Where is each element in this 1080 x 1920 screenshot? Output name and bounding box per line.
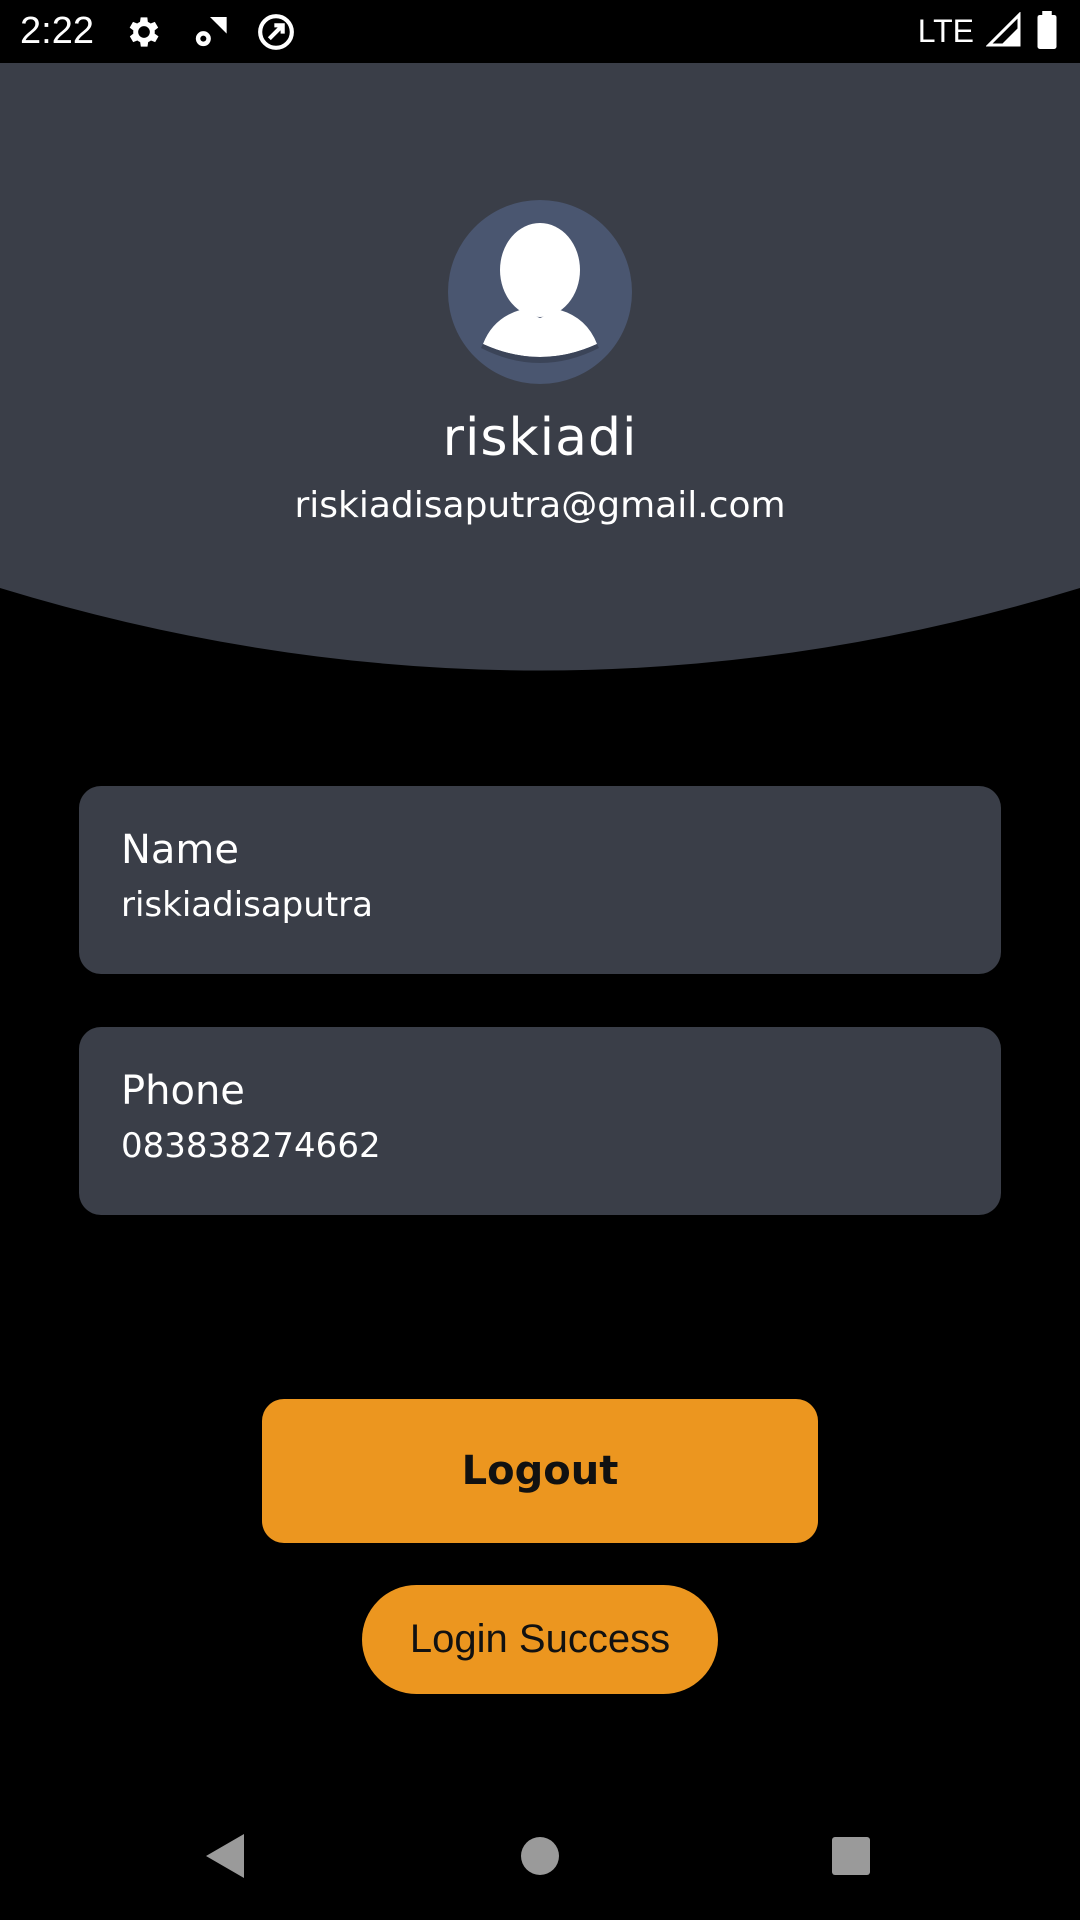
signal-icon	[985, 10, 1022, 52]
profile-name: riskiadi	[442, 408, 638, 468]
name-label: Name	[121, 827, 240, 873]
profile-header: riskiadi riskiadisaputra@gmail.com	[0, 63, 1080, 683]
phone-value: 083838274662	[121, 1126, 381, 1166]
status-right: LTE	[917, 10, 1060, 53]
profile-screen: 2:22 LTE riskiadi riskiadisaputra@gmail.…	[0, 0, 1080, 1920]
login-success-toast: Login Success	[362, 1585, 718, 1694]
avatar	[448, 200, 632, 384]
battery-icon	[1034, 10, 1060, 53]
phone-card: Phone 083838274662	[79, 1027, 1001, 1215]
profile-email: riskiadisaputra@gmail.com	[294, 485, 786, 526]
phone-label: Phone	[121, 1068, 245, 1114]
home-icon[interactable]	[508, 1824, 572, 1888]
network-gear-icon	[188, 10, 232, 54]
status-time: 2:22	[20, 10, 94, 52]
gear-icon	[122, 10, 166, 54]
navigation-bar	[0, 1792, 1080, 1920]
status-bar: 2:22 LTE	[0, 0, 1080, 63]
network-type: LTE	[917, 13, 974, 49]
name-value: riskiadisaputra	[121, 885, 373, 925]
name-card: Name riskiadisaputra	[79, 786, 1001, 974]
logout-button[interactable]: Logout	[262, 1399, 818, 1543]
person-icon	[481, 223, 599, 363]
back-icon[interactable]	[194, 1824, 258, 1888]
sync-icon	[254, 10, 298, 54]
recents-icon[interactable]	[819, 1824, 883, 1888]
